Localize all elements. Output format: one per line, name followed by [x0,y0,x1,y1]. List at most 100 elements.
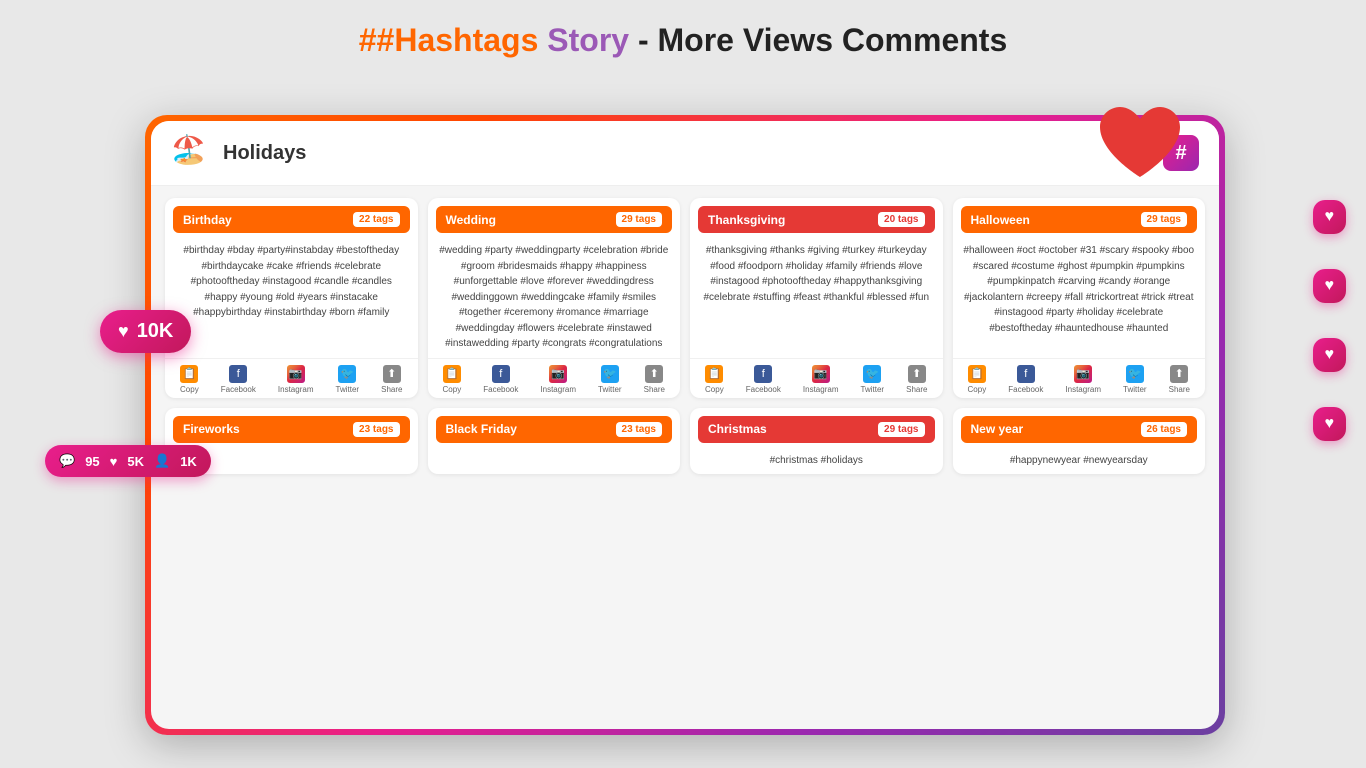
card-title-blackfriday: Black Friday [446,422,517,436]
facebook-label: Facebook [483,385,518,394]
facebook-label: Facebook [221,385,256,394]
card-header-wedding: Wedding 29 tags [436,206,673,233]
card-halloween: Halloween 29 tags #halloween #oct #octob… [953,198,1206,398]
card-body-blackfriday [428,447,681,475]
social-copy-btn[interactable]: 📋 Copy [443,365,462,394]
social-facebook-btn[interactable]: f Facebook [1008,365,1043,394]
followers-count: 1K [180,454,197,469]
social-instagram-btn[interactable]: 📷 Instagram [1065,365,1101,394]
share-label: Share [1169,385,1190,394]
social-copy-btn[interactable]: 📋 Copy [705,365,724,394]
facebook-icon: f [754,365,772,383]
header-rest: - More Views Comments [629,22,1007,58]
comments-icon: 💬 [59,453,75,469]
share-label: Share [906,385,927,394]
card-title-fireworks: Fireworks [183,422,240,436]
copy-icon: 📋 [705,365,723,383]
card-body-thanksgiving: #thanksgiving #thanks #giving #turkey #t… [690,237,943,358]
social-facebook-btn[interactable]: f Facebook [483,365,518,394]
facebook-icon: f [229,365,247,383]
share-icon: ⬆ [908,365,926,383]
card-body-newyear: #happynewyear #newyearsday [953,447,1206,475]
card-header-birthday: Birthday 22 tags [173,206,410,233]
likes-badge: ♥ 10K [100,310,191,353]
social-twitter-btn[interactable]: 🐦 Twitter [1123,365,1147,394]
card-tags-count-halloween: 29 tags [1141,212,1187,227]
card-footer-halloween: 📋 Copy f Facebook 📷 Instagram 🐦 [953,358,1206,398]
card-title-newyear: New year [971,422,1024,436]
right-hearts-container: ♥ ♥ ♥ ♥ [1313,200,1347,441]
copy-label: Copy [968,385,987,394]
social-instagram-btn[interactable]: 📷 Instagram [803,365,839,394]
app-logo-icon: 🏖️ [171,133,211,173]
share-label: Share [381,385,402,394]
share-icon: ⬆ [1170,365,1188,383]
copy-icon: 📋 [968,365,986,383]
cards-area: Birthday 22 tags #birthday #bday #party#… [151,186,1219,729]
social-copy-btn[interactable]: 📋 Copy [968,365,987,394]
instagram-label: Instagram [1065,385,1101,394]
social-instagram-btn[interactable]: 📷 Instagram [278,365,314,394]
social-facebook-btn[interactable]: f Facebook [746,365,781,394]
card-tags-count-thanksgiving: 20 tags [878,212,924,227]
social-share-btn[interactable]: ⬆ Share [1169,365,1190,394]
page-header: ##Hashtags Story - More Views Comments [0,0,1366,77]
app-header: 🏖️ Holidays # [151,121,1219,186]
card-footer-thanksgiving: 📋 Copy f Facebook 📷 Instagram 🐦 [690,358,943,398]
card-tags-count-wedding: 29 tags [616,212,662,227]
card-body-halloween: #halloween #oct #october #31 #scary #spo… [953,237,1206,358]
twitter-icon: 🐦 [1126,365,1144,383]
followers-icon: 👤 [154,453,170,469]
card-header-fireworks: Fireworks 23 tags [173,416,410,443]
instagram-icon: 📷 [287,365,305,383]
social-facebook-btn[interactable]: f Facebook [221,365,256,394]
card-tags-count-blackfriday: 23 tags [616,422,662,437]
social-share-btn[interactable]: ⬆ Share [381,365,402,394]
stats-badge: 💬 95 ♥ 5K 👤 1K [45,445,211,477]
card-title-halloween: Halloween [971,213,1030,227]
card-birthday: Birthday 22 tags #birthday #bday #party#… [165,198,418,398]
card-header-blackfriday: Black Friday 23 tags [436,416,673,443]
card-header-newyear: New year 26 tags [961,416,1198,443]
twitter-label: Twitter [336,385,360,394]
card-tags-count-birthday: 22 tags [353,212,399,227]
share-icon: ⬆ [645,365,663,383]
instagram-icon: 📷 [549,365,567,383]
social-twitter-btn[interactable]: 🐦 Twitter [861,365,885,394]
card-header-christmas: Christmas 29 tags [698,416,935,443]
instagram-label: Instagram [278,385,314,394]
twitter-label: Twitter [598,385,622,394]
share-label: Share [644,385,665,394]
float-heart-2: ♥ [1313,269,1347,303]
card-footer-wedding: 📋 Copy f Facebook 📷 Instagram 🐦 [428,358,681,398]
instagram-icon: 📷 [1074,365,1092,383]
social-instagram-btn[interactable]: 📷 Instagram [540,365,576,394]
card-tags-count-newyear: 26 tags [1141,422,1187,437]
copy-icon: 📋 [443,365,461,383]
social-twitter-btn[interactable]: 🐦 Twitter [598,365,622,394]
social-share-btn[interactable]: ⬆ Share [644,365,665,394]
float-heart-3: ♥ [1313,338,1347,372]
device-frame: 🏖️ Holidays # Birthday 22 tags #birthday… [145,115,1225,735]
heart-icon-2: ♥ [110,454,118,469]
hashtag-symbol: # [359,22,377,58]
comments-count: 95 [85,454,99,469]
twitter-label: Twitter [1123,385,1147,394]
card-thanksgiving: Thanksgiving 20 tags #thanksgiving #than… [690,198,943,398]
card-blackfriday: Black Friday 23 tags [428,408,681,475]
card-christmas: Christmas 29 tags #christmas #holidays [690,408,943,475]
share-icon: ⬆ [383,365,401,383]
social-share-btn[interactable]: ⬆ Share [906,365,927,394]
copy-label: Copy [705,385,724,394]
twitter-icon: 🐦 [863,365,881,383]
twitter-label: Twitter [861,385,885,394]
copy-label: Copy [443,385,462,394]
card-header-thanksgiving: Thanksgiving 20 tags [698,206,935,233]
card-newyear: New year 26 tags #happynewyear #newyears… [953,408,1206,475]
instagram-icon: 📷 [812,365,830,383]
social-copy-btn[interactable]: 📋 Copy [180,365,199,394]
facebook-icon: f [1017,365,1035,383]
social-twitter-btn[interactable]: 🐦 Twitter [336,365,360,394]
facebook-icon: f [492,365,510,383]
likes-count: 10K [137,320,174,343]
